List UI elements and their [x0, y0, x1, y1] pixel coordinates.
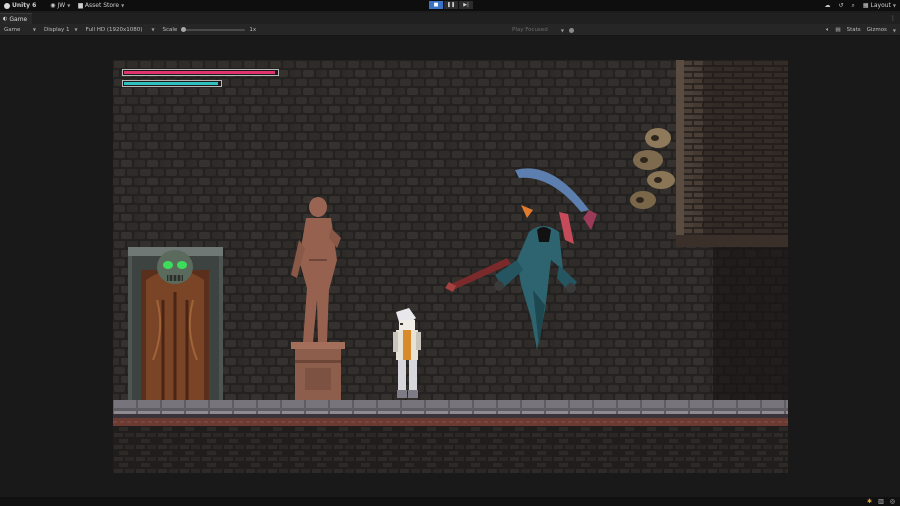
unity-menu[interactable]: Unity 6 [0, 0, 40, 11]
game-viewport[interactable] [0, 37, 900, 496]
play-focused-dropdown[interactable]: Play Focused ▼ [512, 24, 574, 36]
search-icon[interactable]: ⌕ [851, 2, 854, 10]
chevron-down-icon: ▼ [151, 27, 155, 32]
display-dropdown[interactable]: Display 1 ▼ [40, 24, 82, 36]
pause-button[interactable]: ❚❚ [444, 1, 458, 9]
cloud-icon[interactable]: ☁ [824, 2, 830, 9]
window-tab-bar: ◐ Game ⋮ [0, 13, 900, 24]
game-scene [113, 60, 788, 473]
chevron-down-icon: ▼ [32, 27, 36, 32]
layout-icon: ▦ [862, 2, 869, 9]
account-icon: ◉ [50, 2, 56, 9]
scale-control: Scale 1x [159, 26, 257, 33]
play-icon: ■ [433, 2, 439, 8]
layout-label: Layout [870, 2, 891, 9]
history-icon[interactable]: ↺ [838, 2, 843, 9]
chevron-down-icon: ▼ [560, 27, 564, 33]
view-mode-dropdown[interactable]: Game ▼ [0, 24, 40, 36]
asset-store-label: Asset Store [84, 2, 120, 9]
health-bar [122, 69, 279, 76]
gizmos-button[interactable]: Gizmos [867, 27, 887, 33]
account-dropdown[interactable]: ◉ JW ▼ [46, 0, 74, 11]
more-options-icon[interactable]: ⋮ [890, 15, 896, 22]
toggle-icon[interactable] [568, 27, 574, 33]
tab-label: Game [9, 15, 28, 23]
play-button[interactable]: ■ [429, 1, 443, 9]
status-bar: ✱ ▥ ◎ [0, 497, 900, 506]
scale-slider[interactable] [181, 26, 246, 32]
asset-store-dropdown[interactable]: ▆ Asset Store ▼ [74, 0, 128, 11]
step-button[interactable]: ▶| [459, 1, 473, 9]
network-icon[interactable]: ◎ [890, 498, 895, 505]
mana-bar [122, 80, 222, 87]
lower-wall [113, 426, 788, 473]
playmode-controls: ■ ❚❚ ▶| [429, 1, 473, 9]
chevron-down-icon: ▼ [121, 3, 125, 8]
speaker-icon[interactable]: 🔈︎ [826, 27, 829, 34]
resolution-label: Full HD (1920x1080) [85, 26, 143, 33]
game-view-toolbar: Game ▼ Display 1 ▼ Full HD (1920x1080) ▼… [0, 24, 900, 36]
main-toolbar: Unity 6 ◉ JW ▼ ▆ Asset Store ▼ ■ ❚❚ ▶| ☁… [0, 0, 900, 11]
scale-slider-handle[interactable] [181, 26, 187, 32]
resolution-dropdown[interactable]: Full HD (1920x1080) ▼ [82, 24, 159, 36]
mana-bar-fill [124, 82, 219, 85]
chevron-down-icon: ▼ [74, 27, 78, 32]
view-mode-label: Game [4, 26, 21, 33]
chevron-down-icon: ▼ [892, 3, 896, 8]
asset-store-icon: ▆ [78, 2, 83, 9]
unity-logo-icon [4, 2, 10, 9]
scale-value: 1x [249, 26, 257, 33]
layout-dropdown[interactable]: ▦ Layout ▼ [863, 0, 896, 11]
scale-label: Scale [162, 26, 178, 33]
skull-door [128, 247, 223, 400]
step-icon: ▶| [463, 2, 469, 8]
play-focused-label: Play Focused [512, 27, 548, 33]
tab-game[interactable]: ◐ Game [0, 13, 33, 24]
bug-icon[interactable]: ✱ [867, 498, 872, 505]
grid-icon[interactable]: ▤ [835, 27, 840, 33]
gamepad-icon: ◐ [3, 16, 8, 22]
display-label: Display 1 [44, 26, 70, 33]
app-title: Unity 6 [12, 2, 37, 9]
game-view-toolbar-right: 🔈︎ ▤ Stats Gizmos ▼ [826, 24, 896, 36]
health-bar-fill [124, 71, 276, 74]
unity-editor-window: Unity 6 ◉ JW ▼ ▆ Asset Store ▼ ■ ❚❚ ▶| ☁… [0, 0, 900, 506]
stone-floor [113, 400, 788, 414]
pause-icon: ❚❚ [446, 2, 456, 8]
chevron-down-icon: ▼ [67, 3, 71, 8]
account-label: JW [57, 2, 66, 9]
toolbar-right: ☁ ↺ ⌕ ▦ Layout ▼ [824, 0, 896, 11]
game-render[interactable] [113, 60, 788, 473]
clipboard-icon[interactable]: ▥ [878, 498, 884, 505]
stats-button[interactable]: Stats [847, 27, 861, 33]
chevron-down-icon[interactable]: ▼ [893, 28, 896, 33]
